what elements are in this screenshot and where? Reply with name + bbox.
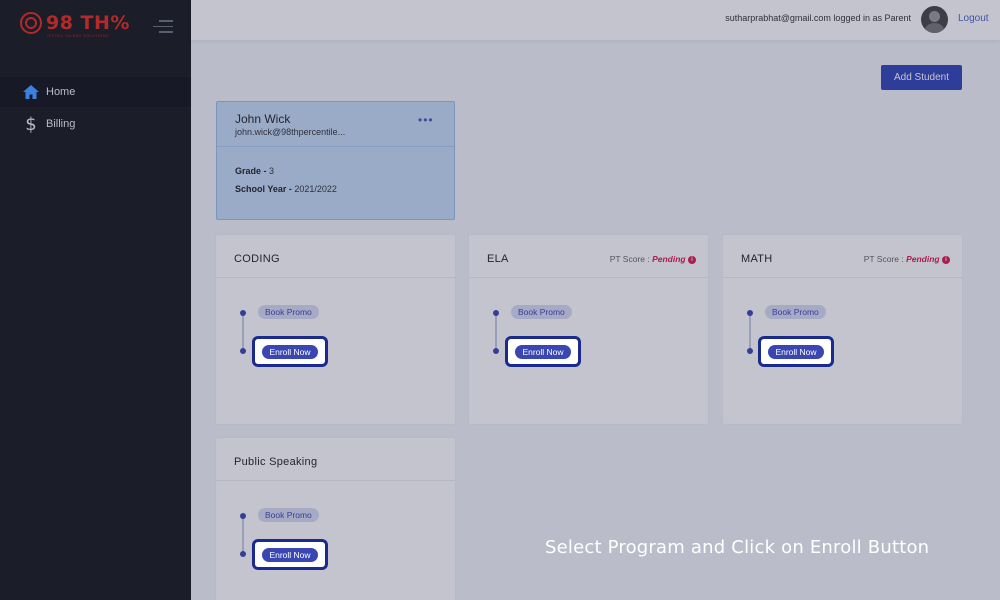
program-header: CODING: [216, 235, 455, 278]
grade-label: Grade -: [235, 166, 267, 176]
pt-score-label: PT Score :: [863, 254, 904, 264]
school-year-label: School Year -: [235, 184, 292, 194]
enroll-now-button-ela[interactable]: Enroll Now: [505, 336, 581, 367]
top-bar: sutharprabhat@gmail.com logged in as Par…: [191, 0, 1000, 40]
timeline: [747, 309, 753, 354]
divider: [217, 146, 454, 147]
sidebar-item-label: Home: [46, 86, 76, 98]
book-promo-button[interactable]: Book Promo: [258, 508, 319, 522]
enroll-now-button-math[interactable]: Enroll Now: [758, 336, 834, 367]
school-year-value: 2021/2022: [294, 184, 337, 194]
program-card-math: MATH PT Score : Pending i Book Promo: [723, 235, 962, 424]
program-header: ELA PT Score : Pending i: [469, 235, 708, 278]
program-title: Public Speaking: [234, 456, 318, 468]
enroll-now-label: Enroll Now: [515, 344, 571, 359]
logo-mark-icon: [20, 12, 42, 34]
timeline: [493, 309, 499, 354]
svg-text:$: $: [25, 114, 36, 134]
program-card-coding: CODING Book Promo: [216, 235, 455, 424]
timeline: [240, 309, 246, 354]
enroll-now-button-coding[interactable]: Enroll Now: [252, 336, 328, 367]
dollar-icon: $: [22, 114, 40, 134]
book-promo-button[interactable]: Book Promo: [511, 305, 572, 319]
program-header: Public Speaking: [216, 438, 455, 481]
student-email: john.wick@98thpercentile...: [235, 127, 346, 137]
pt-score: PT Score : Pending i: [864, 254, 950, 264]
program-title: ELA: [487, 253, 509, 265]
logo-text: 98 TH%: [46, 12, 130, 34]
program-title: CODING: [234, 253, 280, 265]
sidebar-item-home[interactable]: Home: [0, 77, 191, 107]
student-name: John Wick: [235, 112, 291, 126]
pt-score-status: Pending: [652, 254, 686, 264]
brand-logo[interactable]: 98 TH% GIFTED TALENT SOLUTIONS: [20, 12, 130, 38]
info-icon[interactable]: i: [942, 255, 950, 264]
sidebar-item-billing[interactable]: $ Billing: [0, 109, 191, 139]
enroll-now-label: Enroll Now: [768, 344, 824, 359]
book-promo-button[interactable]: Book Promo: [258, 305, 319, 319]
add-student-button[interactable]: Add Student: [881, 65, 962, 90]
more-options-icon[interactable]: •••: [418, 114, 434, 126]
book-promo-button[interactable]: Book Promo: [765, 305, 826, 319]
logo-tagline: GIFTED TALENT SOLUTIONS: [47, 33, 109, 38]
avatar[interactable]: [921, 6, 948, 33]
main-content: sutharprabhat@gmail.com logged in as Par…: [191, 0, 1000, 600]
grade-value: 3: [269, 166, 275, 176]
student-card[interactable]: John Wick john.wick@98thpercentile... ••…: [216, 101, 455, 220]
enroll-now-label: Enroll Now: [262, 547, 318, 562]
program-title: MATH: [741, 253, 773, 265]
program-header: MATH PT Score : Pending i: [723, 235, 962, 278]
pt-score-label: PT Score :: [609, 254, 650, 264]
timeline: [240, 512, 246, 557]
enroll-now-label: Enroll Now: [262, 344, 318, 359]
student-grade: Grade - 3: [235, 166, 274, 176]
pt-score: PT Score : Pending i: [610, 254, 696, 264]
login-info: sutharprabhat@gmail.com logged in as Par…: [725, 13, 911, 23]
sidebar-item-label: Billing: [46, 118, 76, 130]
info-icon[interactable]: i: [688, 255, 696, 264]
logout-link[interactable]: Logout: [958, 13, 989, 24]
enroll-now-button-public-speaking[interactable]: Enroll Now: [252, 539, 328, 570]
tutorial-caption: Select Program and Click on Enroll Butto…: [545, 537, 930, 558]
pt-score-status: Pending: [906, 254, 940, 264]
student-school-year: School Year - 2021/2022: [235, 184, 337, 194]
menu-toggle-icon[interactable]: [153, 20, 173, 34]
home-icon: [22, 83, 40, 101]
program-card-ela: ELA PT Score : Pending i Book Promo: [469, 235, 708, 424]
program-card-public-speaking: Public Speaking Book Promo: [216, 438, 455, 600]
sidebar: 98 TH% GIFTED TALENT SOLUTIONS Home $ Bi…: [0, 0, 191, 600]
